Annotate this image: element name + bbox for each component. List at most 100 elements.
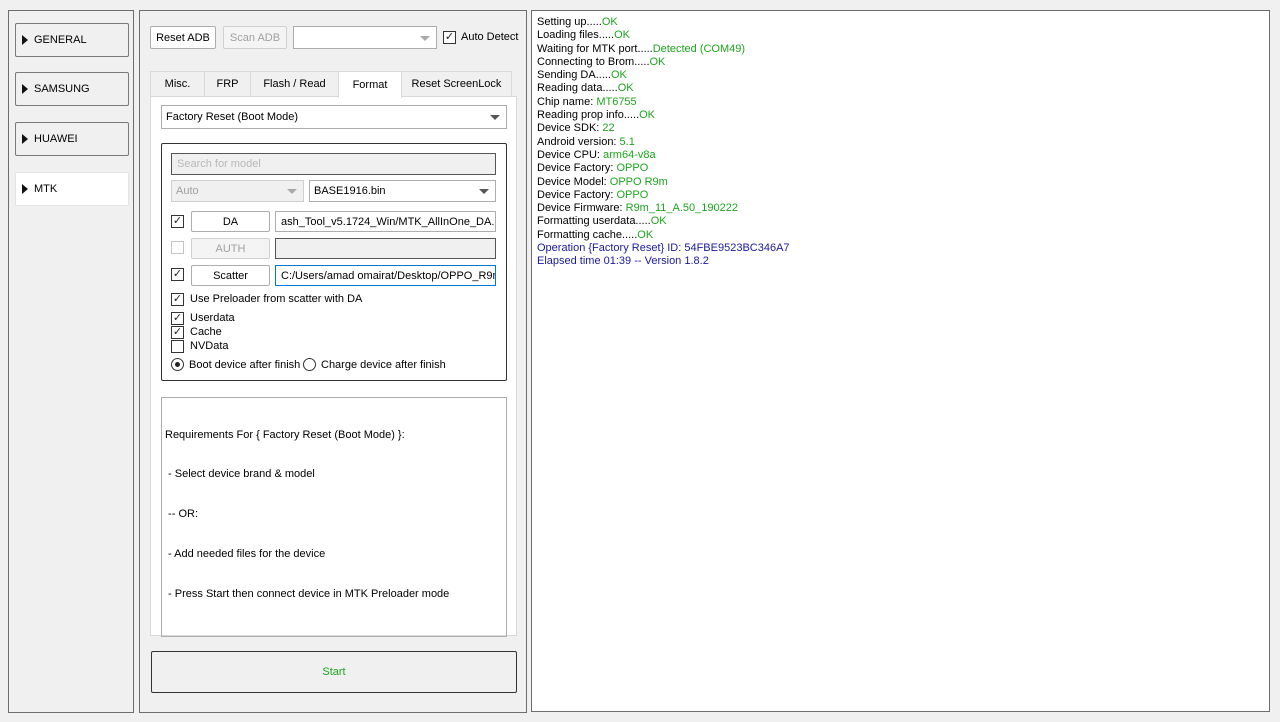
chevron-down-icon xyxy=(479,189,489,194)
auth-checkbox[interactable] xyxy=(171,241,184,254)
log-line: Waiting for MTK port.....Detected (COM49… xyxy=(537,43,1264,56)
chevron-down-icon xyxy=(420,35,430,41)
tab-reset-screenlock[interactable]: Reset ScreenLock xyxy=(401,71,512,97)
operation-select[interactable]: Factory Reset (Boot Mode) xyxy=(161,105,507,129)
log-line-text: Setting up..... xyxy=(537,16,602,28)
log-line-value: 22 xyxy=(602,122,615,135)
cache-checkbox[interactable] xyxy=(171,326,184,339)
log-line-text: Device Firmware: xyxy=(537,202,626,215)
triangle-right-icon xyxy=(22,134,28,144)
nvdata-checkbox[interactable] xyxy=(171,340,184,353)
log-line-value: OK xyxy=(611,69,627,82)
tab-misc[interactable]: Misc. xyxy=(150,71,205,97)
userdata-checkbox[interactable] xyxy=(171,312,184,325)
log-line-text: Device Factory: xyxy=(537,188,617,201)
log-line-value: MT6755 xyxy=(596,95,637,108)
log-line: Reading data.....OK xyxy=(537,82,1264,95)
requirements-line: - Select device brand & model xyxy=(165,468,315,481)
da-button[interactable]: DA xyxy=(191,211,270,232)
chevron-down-icon xyxy=(287,189,297,194)
tab-frp[interactable]: FRP xyxy=(204,71,251,97)
log-line-text: Device SDK: xyxy=(537,122,603,135)
requirements-line: - Add needed files for the device xyxy=(165,548,326,561)
scatter-checkbox[interactable] xyxy=(171,268,184,281)
log-line-text: Device Model: xyxy=(537,175,610,188)
triangle-right-icon xyxy=(22,84,28,94)
use-preloader-checkbox[interactable] xyxy=(171,293,184,306)
boot-after-label: Boot device after finish xyxy=(189,359,301,371)
triangle-right-icon xyxy=(22,35,28,45)
log-line-value: OK xyxy=(637,228,654,241)
log-line-value: OK xyxy=(650,215,667,228)
log-line-text: Waiting for MTK port..... xyxy=(537,42,653,55)
sidebar-item-mtk[interactable]: MTK xyxy=(15,172,129,206)
da-path-field[interactable]: ash_Tool_v5.1724_Win/MTK_AllInOne_DA.bin xyxy=(275,211,496,232)
base-file-select[interactable]: BASE1916.bin xyxy=(309,180,496,202)
log-line-text: Chip name: xyxy=(537,95,597,108)
log-panel[interactable]: Setting up.....OK Loading files.....OK Wai… xyxy=(531,10,1270,712)
start-button[interactable]: Start xyxy=(151,651,517,693)
sidebar-item-label: HUAWEI xyxy=(34,133,78,145)
log-elapsed-time: Elapsed time 01:39 -- Version 1.8.2 xyxy=(537,255,709,268)
log-line-value: OK xyxy=(614,29,630,42)
nvdata-label: NVData xyxy=(190,340,229,352)
charge-after-radio[interactable] xyxy=(303,358,316,371)
log-line: Device CPU: arm64-v8a xyxy=(537,149,1264,162)
log-line: Formatting userdata.....OK xyxy=(537,215,1264,228)
scatter-button[interactable]: Scatter xyxy=(191,265,270,286)
log-line-value: OK xyxy=(601,16,618,28)
log-line-value: OK xyxy=(617,82,634,95)
charge-after-label: Charge device after finish xyxy=(321,359,446,371)
sidebar-item-label: MTK xyxy=(34,183,58,195)
auto-select[interactable]: Auto xyxy=(171,180,304,202)
sidebar-item-label: SAMSUNG xyxy=(34,83,90,95)
sidebar-item-samsung[interactable]: SAMSUNG xyxy=(15,72,129,106)
log-line-text: Device Factory: xyxy=(537,162,617,175)
log-line-value: OPPO R9m xyxy=(609,175,668,188)
auth-path-field[interactable] xyxy=(275,238,496,259)
auto-detect-checkbox[interactable] xyxy=(443,31,456,44)
log-line: Formatting cache.....OK xyxy=(537,229,1264,242)
sidebar-panel: GENERAL SAMSUNG HUAWEI MTK xyxy=(8,10,134,713)
log-line: Reading prop info.....OK xyxy=(537,109,1264,122)
auth-button[interactable]: AUTH xyxy=(191,238,270,259)
device-select[interactable] xyxy=(293,26,437,49)
requirements-line: Requirements For { Factory Reset (Boot M… xyxy=(165,428,405,441)
log-line-value: Detected (COM49) xyxy=(652,42,746,55)
sidebar-item-huawei[interactable]: HUAWEI xyxy=(15,122,129,156)
log-line-value: OK xyxy=(649,55,666,68)
boot-after-radio[interactable] xyxy=(171,358,184,371)
auto-select-value: Auto xyxy=(176,185,199,197)
log-lines: Setting up.....OK Loading files.....OK Wai… xyxy=(537,16,1264,242)
scan-adb-button[interactable]: Scan ADB xyxy=(223,26,287,49)
cache-label: Cache xyxy=(190,326,222,338)
log-line: Device Model: OPPO R9m xyxy=(537,176,1264,189)
tab-flash-read[interactable]: Flash / Read xyxy=(250,71,339,97)
log-line-value: arm64-v8a xyxy=(603,148,656,161)
log-line-text: Formatting userdata..... xyxy=(537,215,651,228)
log-line: Chip name: MT6755 xyxy=(537,96,1264,109)
log-line-value: OPPO xyxy=(616,162,649,175)
log-line: Device Factory: OPPO xyxy=(537,189,1264,202)
log-line-text: Reading data..... xyxy=(537,82,618,95)
log-line-text: Sending DA..... xyxy=(537,69,611,82)
log-line: Android version: 5.1 xyxy=(537,136,1264,149)
start-button-label: Start xyxy=(322,666,346,678)
operation-select-value: Factory Reset (Boot Mode) xyxy=(166,111,299,123)
scatter-path-field[interactable]: C:/Users/amad omairat/Desktop/OPPO_R9m xyxy=(275,265,496,286)
tab-format[interactable]: Format xyxy=(338,71,402,98)
log-line-text: Connecting to Brom..... xyxy=(537,55,650,68)
log-line-value: 5.1 xyxy=(619,135,635,148)
requirements-line: -- OR: xyxy=(165,508,198,521)
log-operation-id: Operation {Factory Reset} ID: 54FBE9523B… xyxy=(537,242,790,255)
da-checkbox[interactable] xyxy=(171,215,184,228)
sidebar-item-general[interactable]: GENERAL xyxy=(15,23,129,57)
base-file-select-value: BASE1916.bin xyxy=(314,185,386,197)
use-preloader-label: Use Preloader from scatter with DA xyxy=(190,293,363,305)
reset-adb-button[interactable]: Reset ADB xyxy=(150,26,216,49)
auto-detect-label: Auto Detect xyxy=(461,31,519,43)
log-line-text: Android version: xyxy=(537,135,620,148)
log-line: Loading files.....OK xyxy=(537,29,1264,42)
options-group: Search for model Auto BASE1916.bin DA as… xyxy=(161,143,507,381)
search-model-input[interactable]: Search for model xyxy=(171,153,496,175)
